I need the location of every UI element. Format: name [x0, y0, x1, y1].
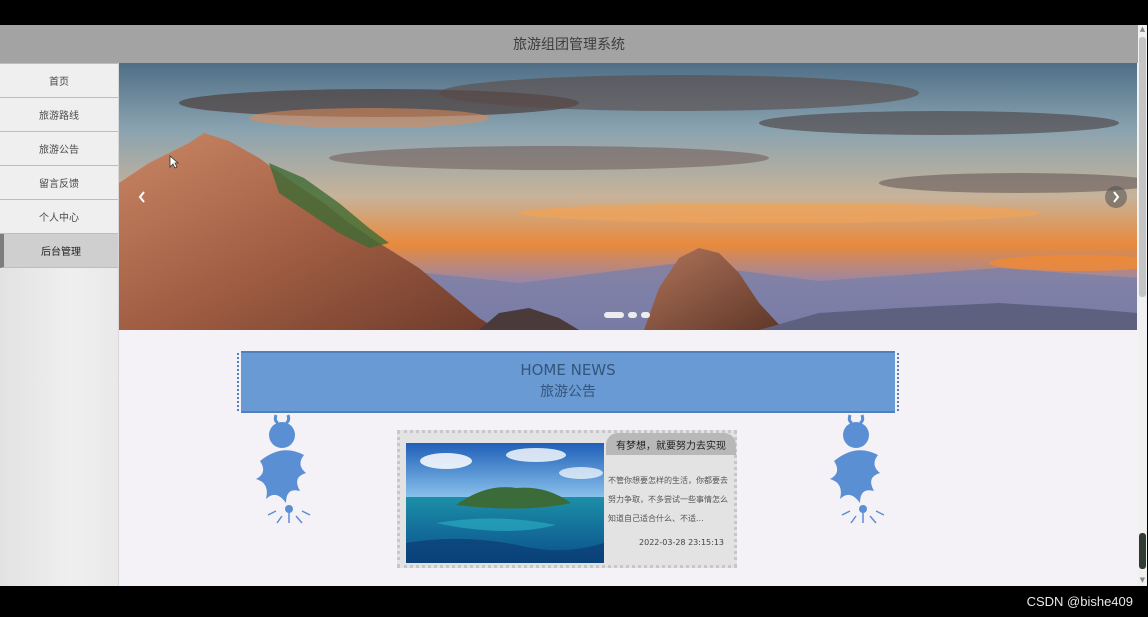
hero-carousel: [119, 63, 1137, 330]
scrollbar-thumb[interactable]: [1139, 37, 1146, 297]
chevron-right-icon: [1113, 191, 1120, 203]
news-card[interactable]: 有梦想，就要努力去实现 不管你想要怎样的生活，你都要去努力争取，不多尝试一些事情…: [397, 430, 737, 568]
sidebar-item-profile[interactable]: 个人中心: [0, 200, 118, 234]
news-card-title[interactable]: 有梦想，就要努力去实现: [606, 433, 736, 455]
scroll-down-icon[interactable]: ▼: [1138, 576, 1147, 586]
sidebar-item-label: 个人中心: [39, 213, 79, 224]
browser-viewport: 旅游组团管理系统 首页 旅游路线 旅游公告 留言反馈 个人中心 后台管理 HOM…: [0, 25, 1138, 586]
sidebar-item-admin[interactable]: 后台管理: [0, 234, 118, 268]
scroll-up-icon[interactable]: ▲: [1138, 25, 1147, 35]
sidebar-item-announcements[interactable]: 旅游公告: [0, 132, 118, 166]
carousel-dot[interactable]: [641, 312, 650, 318]
lantern-decoration-icon: [826, 413, 896, 532]
sidebar-item-label: 留言反馈: [39, 179, 79, 190]
news-card-excerpt: 不管你想要怎样的生活，你都要去努力争取，不多尝试一些事情怎么知道自己适合什么、不…: [608, 476, 728, 523]
sidebar-item-label: 后台管理: [41, 247, 81, 258]
sidebar-item-feedback[interactable]: 留言反馈: [0, 166, 118, 200]
page-title: 旅游组团管理系统: [513, 37, 625, 53]
watermark-text: CSDN @bishe409: [1026, 594, 1133, 609]
carousel-next-button[interactable]: [1105, 186, 1127, 208]
lantern-decoration-icon: [252, 413, 322, 532]
mouse-cursor-icon: [169, 155, 179, 169]
sidebar-item-label: 旅游路线: [39, 111, 79, 122]
top-header: 旅游组团管理系统: [0, 25, 1138, 63]
news-heading-en: HOME NEWS: [520, 361, 616, 379]
sidebar-item-label: 旅游公告: [39, 145, 79, 156]
sidebar-item-label: 首页: [49, 77, 69, 88]
carousel-indicators: [604, 312, 650, 318]
carousel-dot[interactable]: [628, 312, 637, 318]
sidebar-item-routes[interactable]: 旅游路线: [0, 98, 118, 132]
carousel-slide-image: [119, 63, 1137, 330]
scrollbar-indicator: [1139, 533, 1146, 569]
sidebar-item-home[interactable]: 首页: [0, 63, 118, 98]
carousel-dot[interactable]: [604, 312, 624, 318]
sidebar-nav: 首页 旅游路线 旅游公告 留言反馈 个人中心 后台管理: [0, 63, 119, 586]
news-heading-cn: 旅游公告: [540, 384, 596, 400]
vertical-scrollbar[interactable]: ▲ ▼: [1138, 25, 1147, 586]
carousel-prev-button[interactable]: [131, 186, 153, 208]
news-card-image: [406, 443, 604, 563]
news-section-header: HOME NEWS 旅游公告: [237, 351, 899, 413]
news-card-date: 2022-03-28 23:15:13: [639, 538, 724, 547]
chevron-left-icon: [138, 191, 145, 203]
